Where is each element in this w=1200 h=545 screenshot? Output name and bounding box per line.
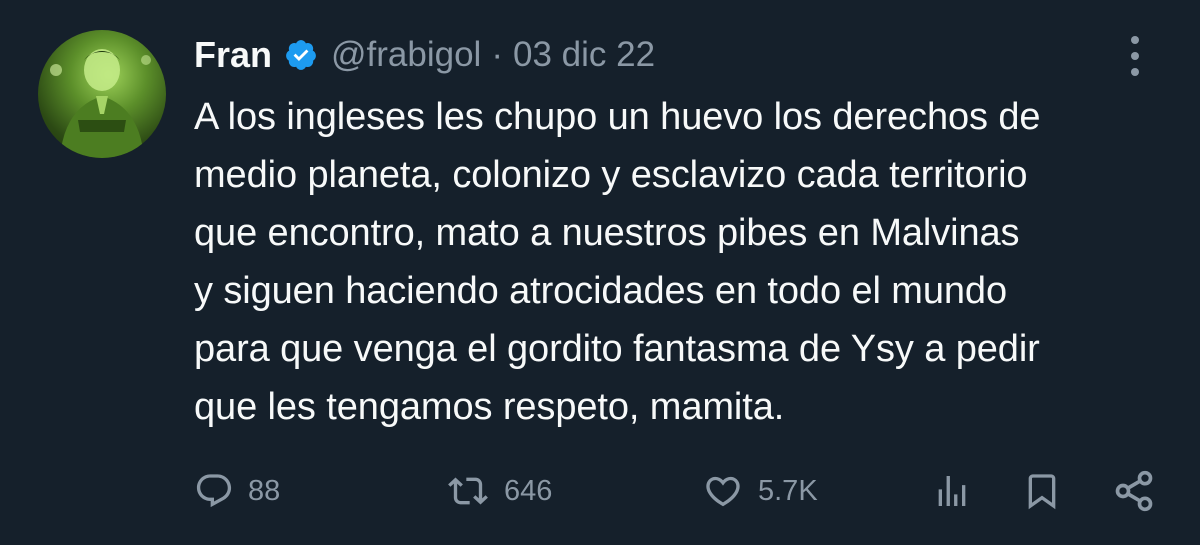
tweet-text: A los ingleses les chupo un huevo los de… [194,96,1041,428]
reply-button[interactable]: 88 [194,468,280,514]
retweet-icon [446,471,490,511]
like-button[interactable]: 5.7K [702,468,818,514]
separator-dot: · [491,35,503,74]
tweet-card[interactable]: Fran @frabigol · 03 dic 22 A los inglese… [0,0,1200,545]
retweet-button[interactable]: 646 [446,468,552,514]
views-icon [932,471,972,511]
more-options-icon[interactable] [1127,36,1143,76]
views-button[interactable] [932,468,972,514]
like-count: 5.7K [758,474,818,507]
bookmark-button[interactable] [1022,468,1062,514]
retweet-count: 646 [504,474,553,507]
share-button[interactable] [1112,468,1156,514]
like-icon [702,471,744,511]
verified-badge-icon [284,38,318,72]
bookmark-icon [1022,471,1062,511]
tweet-date[interactable]: 03 dic 22 [513,35,655,75]
author-handle[interactable]: @frabigol [331,35,481,75]
reply-icon [194,471,234,511]
tweet-header: Fran @frabigol · 03 dic 22 [194,30,655,80]
reply-count: 88 [248,474,281,507]
action-bar: 88 646 5.7K [0,460,1200,520]
share-icon [1112,469,1156,513]
author-name[interactable]: Fran [194,34,272,76]
avatar[interactable] [38,30,166,158]
